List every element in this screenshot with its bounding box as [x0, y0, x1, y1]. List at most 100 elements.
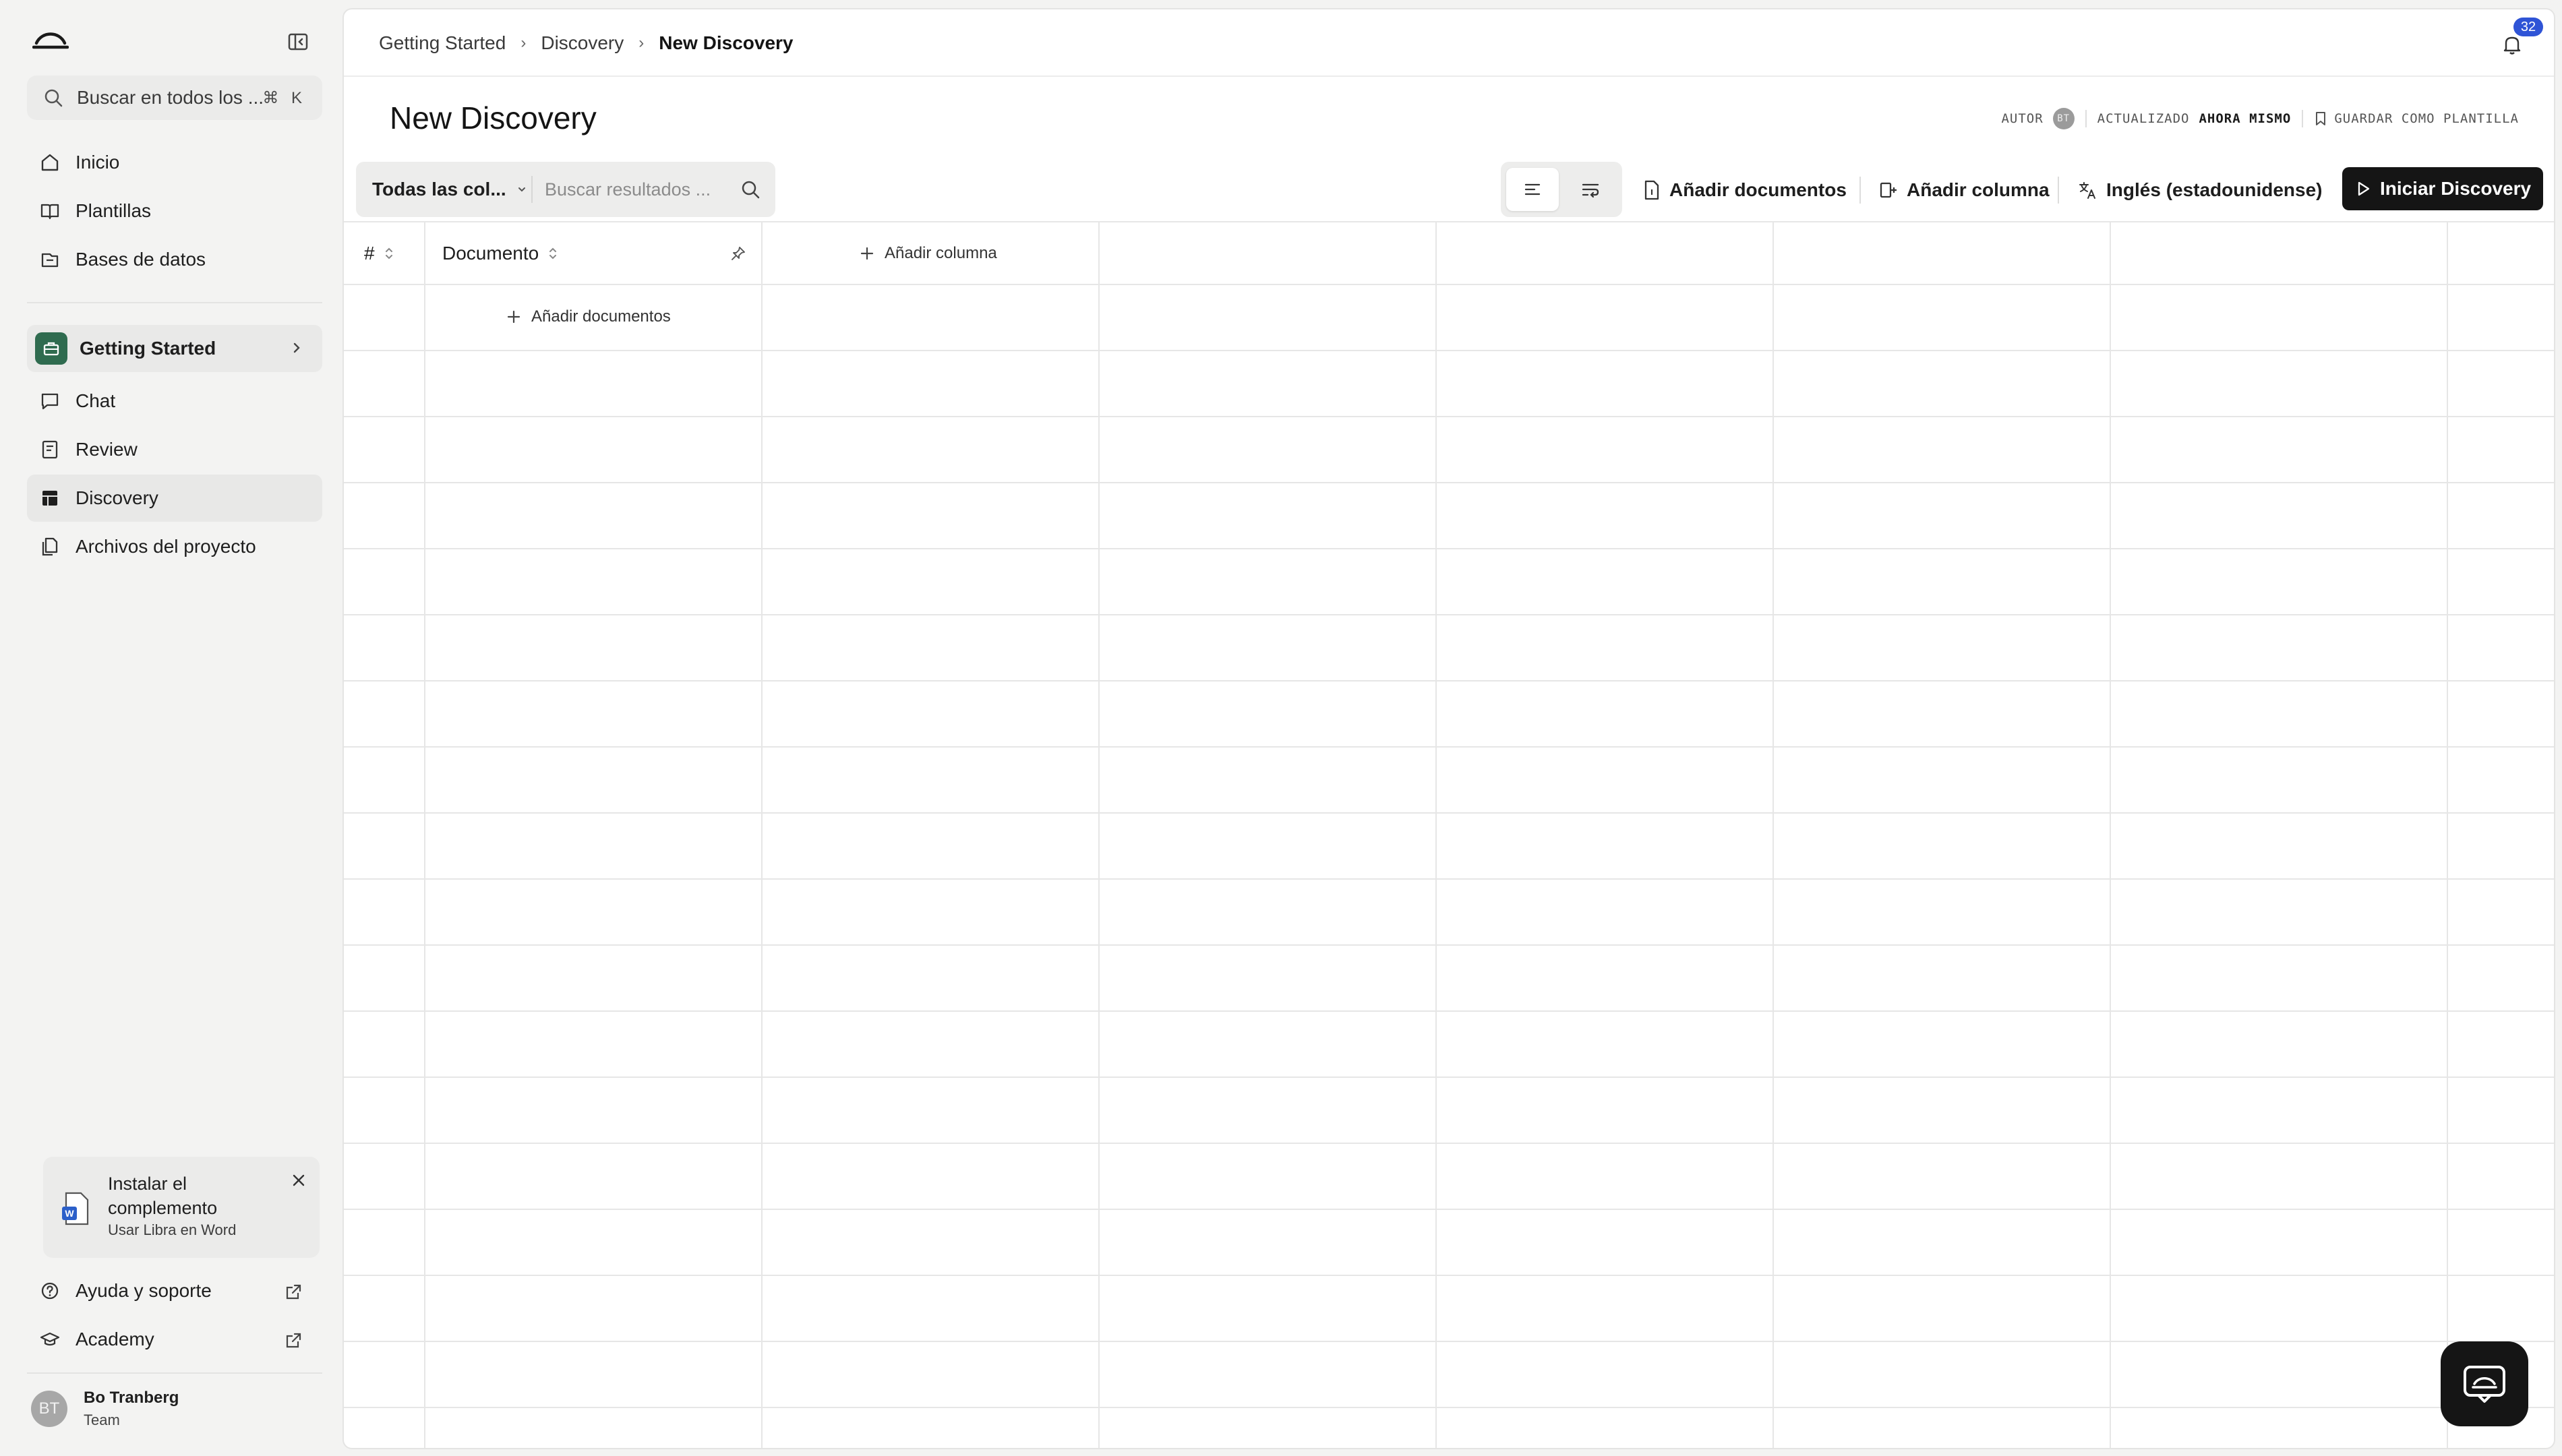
breadcrumb-getting-started[interactable]: Getting Started — [379, 32, 506, 54]
top-bar: Getting Started › Discovery › New Discov… — [344, 9, 2554, 77]
start-discovery-button[interactable]: Iniciar Discovery — [2342, 167, 2543, 210]
files-icon — [42, 537, 58, 556]
avatar: BT — [31, 1391, 67, 1427]
help-support-label: Ayuda y soporte — [76, 1280, 212, 1301]
nav-label-review: Review — [76, 439, 138, 460]
search-shortcut: ⌘ K — [262, 88, 306, 107]
add-column-header-label: Añadir columna — [885, 244, 997, 262]
language-label: Inglés (estadounidense) — [2106, 179, 2323, 200]
academy-label: Academy — [76, 1329, 154, 1349]
results-search-placeholder: Buscar resultados ... — [545, 179, 711, 200]
start-discovery-label: Iniciar Discovery — [2379, 178, 2532, 199]
sidebar-divider — [27, 302, 322, 303]
save-as-template-label: GUARDAR COMO PLANTILLA — [2334, 111, 2519, 126]
author-label: AUTOR — [2001, 111, 2044, 126]
breadcrumb-discovery[interactable]: Discovery — [541, 32, 624, 54]
global-search-placeholder: Buscar en todos los ... — [77, 87, 263, 108]
svg-text:W: W — [65, 1208, 74, 1219]
updated-value: AHORA MISMO — [2199, 111, 2292, 126]
nav-label-discovery: Discovery — [76, 487, 158, 508]
user-name: Bo Tranberg — [84, 1389, 179, 1407]
nav-item-bases-de-datos[interactable]: Bases de datos — [27, 236, 322, 283]
external-link-icon — [286, 1333, 301, 1348]
nav-label-plantillas: Plantillas — [76, 200, 152, 221]
add-column-header-button[interactable]: Añadir columna — [859, 222, 997, 284]
search-icon — [44, 89, 63, 107]
addin-subtitle: Usar Libra en Word — [108, 1221, 237, 1238]
translate-icon — [2079, 182, 2095, 199]
index-column-header[interactable]: # — [364, 222, 395, 284]
table-grid — [344, 222, 2554, 1448]
results-search-input[interactable]: Buscar resultados ... — [533, 179, 775, 200]
document-column-header[interactable]: Documento — [442, 222, 559, 284]
results-filter: Todas las col... Buscar resultados ... — [356, 162, 775, 217]
sort-icon — [385, 247, 392, 260]
user-team: Team — [84, 1412, 120, 1428]
project-getting-started[interactable]: Getting Started — [27, 325, 322, 372]
nav-item-chat[interactable]: Chat — [27, 377, 322, 425]
word-addin-card[interactable]: W Instalar el complemento Usar Libra en … — [43, 1157, 320, 1258]
review-icon — [42, 440, 58, 459]
wrap-view-button[interactable] — [1564, 168, 1617, 211]
help-support-link[interactable]: Ayuda y soporte — [27, 1267, 322, 1314]
collapse-sidebar-icon[interactable] — [286, 30, 310, 54]
pin-column-button[interactable] — [721, 222, 747, 284]
search-icon — [742, 181, 760, 199]
sidebar: Buscar en todos los ... ⌘ K Inicio Plant… — [0, 0, 337, 1456]
close-icon[interactable] — [289, 1170, 309, 1190]
document-plus-icon — [1644, 180, 1659, 200]
sidebar-divider — [27, 1372, 322, 1374]
user-profile[interactable]: BT Bo Tranberg Team — [31, 1386, 179, 1432]
libra-logo[interactable] — [32, 26, 69, 54]
nav-item-inicio[interactable]: Inicio — [27, 139, 322, 186]
global-search[interactable]: Buscar en todos los ... ⌘ K — [27, 75, 322, 120]
breadcrumb-current: New Discovery — [659, 32, 794, 53]
help-icon — [41, 1282, 59, 1300]
assistant-chat-button[interactable] — [2441, 1341, 2528, 1426]
add-documents-row-label: Añadir documentos — [531, 307, 671, 326]
nav-item-plantillas[interactable]: Plantillas — [27, 187, 322, 235]
nav-item-review[interactable]: Review — [27, 426, 322, 473]
addin-title: Instalar el complemento — [108, 1174, 218, 1218]
pin-icon — [732, 247, 745, 260]
graduation-cap-icon — [40, 1332, 60, 1346]
academy-link[interactable]: Academy — [27, 1316, 322, 1363]
page-meta: AUTOR BT ACTUALIZADO AHORA MISMO GUARDAR… — [2001, 108, 2519, 129]
nav-item-archivos[interactable]: Archivos del proyecto — [27, 523, 322, 570]
nav-item-discovery[interactable]: Discovery — [27, 475, 322, 522]
add-documents-button[interactable]: Añadir documentos — [1642, 171, 1847, 209]
bookmark-icon — [2316, 112, 2326, 125]
plus-icon — [507, 310, 520, 324]
nav-label-bases-de-datos: Bases de datos — [76, 249, 206, 270]
play-icon — [2358, 181, 2370, 196]
column-filter-value: Todas las col... — [372, 179, 506, 200]
notification-count-badge: 32 — [2513, 18, 2543, 36]
toolbar-separator — [1859, 177, 1861, 204]
external-link-icon — [286, 1284, 301, 1300]
column-filter-select[interactable]: Todas las col... — [356, 179, 531, 200]
add-column-icon — [1880, 182, 1897, 198]
toolbar-separator — [2058, 177, 2059, 204]
chat-icon — [41, 393, 59, 410]
view-toggle — [1501, 162, 1622, 217]
discovery-table: # Documento Añadir columna Añadir docume… — [344, 221, 2554, 1448]
save-as-template-button[interactable]: GUARDAR COMO PLANTILLA — [2314, 111, 2519, 127]
nav-label-chat: Chat — [76, 390, 116, 411]
add-documents-label: Añadir documentos — [1669, 179, 1847, 200]
author-avatar: BT — [2052, 108, 2075, 129]
book-icon — [40, 204, 59, 220]
add-documents-row-button[interactable]: Añadir documentos — [506, 284, 671, 349]
chat-logo-icon — [2464, 1366, 2505, 1403]
nav-label-archivos: Archivos del proyecto — [76, 536, 256, 557]
document-header-label: Documento — [442, 243, 539, 264]
language-selector[interactable]: Inglés (estadounidense) — [2078, 171, 2323, 209]
page-title[interactable]: New Discovery — [390, 100, 597, 136]
compact-view-button[interactable] — [1506, 168, 1559, 211]
meta-separator — [2302, 110, 2304, 127]
add-column-button[interactable]: Añadir columna — [1878, 171, 2050, 209]
main-panel: Getting Started › Discovery › New Discov… — [342, 8, 2555, 1449]
meta-separator — [2085, 110, 2087, 127]
nav-label-inicio: Inicio — [76, 152, 120, 173]
project-briefcase-icon — [35, 332, 67, 365]
sort-icon — [549, 247, 557, 260]
